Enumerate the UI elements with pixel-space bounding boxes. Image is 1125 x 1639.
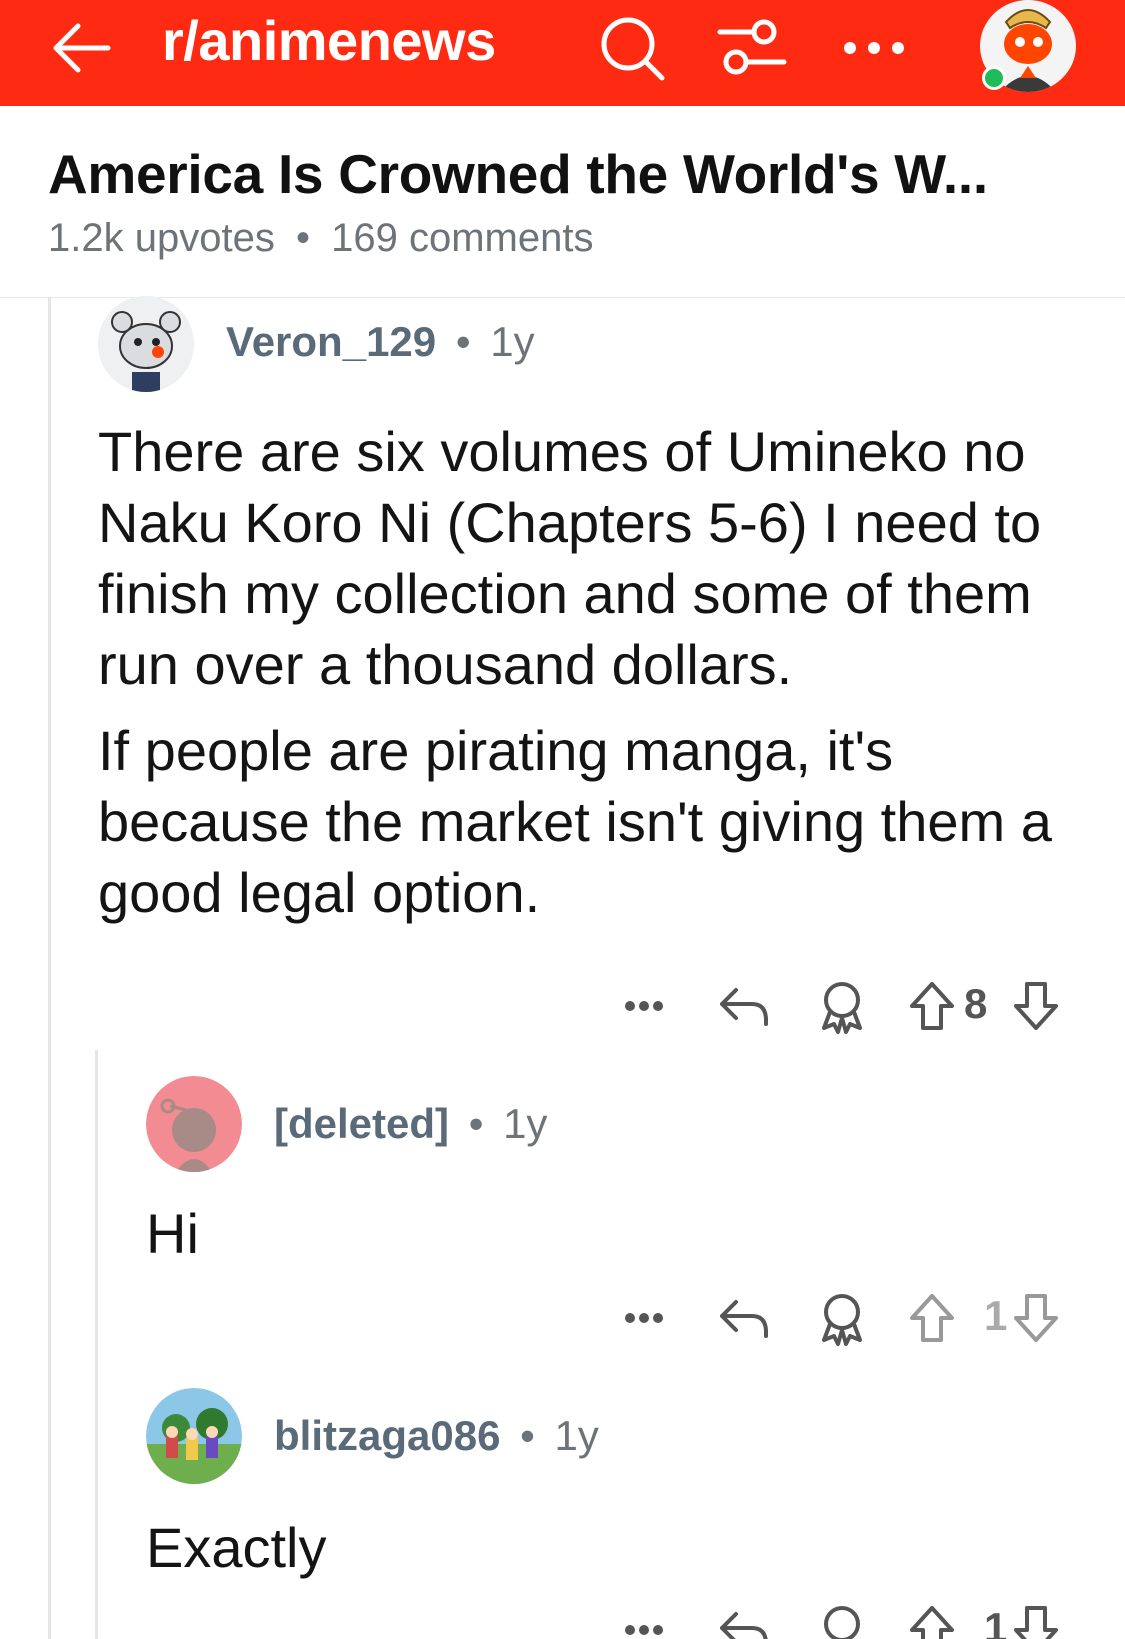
search-icon[interactable] xyxy=(596,12,668,84)
post-meta: 1.2k upvotes • 169 comments xyxy=(48,216,593,261)
award-icon[interactable] xyxy=(814,976,870,1036)
downvote-icon[interactable] xyxy=(1008,1288,1064,1348)
comment-body: Exactly xyxy=(146,1516,327,1579)
back-arrow-icon[interactable] xyxy=(46,12,118,84)
comment-actions: 8 xyxy=(620,976,1080,1036)
online-status-dot xyxy=(982,66,1006,90)
upvote-icon[interactable] xyxy=(904,1288,960,1348)
comment-username[interactable]: Veron_129 • 1y xyxy=(226,318,535,366)
comment-age: 1y xyxy=(490,318,535,365)
comment-count: 169 comments xyxy=(331,216,594,260)
subreddit-name[interactable]: r/animenews xyxy=(162,8,496,73)
meta-separator: • xyxy=(295,216,310,260)
more-options-icon[interactable] xyxy=(620,1288,676,1348)
thread-line-level-1[interactable] xyxy=(48,298,51,1639)
upvote-count: 1.2k upvotes xyxy=(48,216,275,260)
filter-icon[interactable] xyxy=(716,12,788,84)
comment-username[interactable]: blitzaga086 • 1y xyxy=(274,1412,599,1460)
comment-username[interactable]: [deleted] • 1y xyxy=(274,1100,547,1148)
more-options-icon[interactable] xyxy=(838,12,910,84)
post-header: America Is Crowned the World's W... 1.2k… xyxy=(0,106,1125,298)
reply-icon[interactable] xyxy=(716,1288,772,1348)
comment-paragraph: There are six volumes of Umineko no Naku… xyxy=(98,420,1042,696)
commenter-avatar[interactable] xyxy=(146,1076,242,1172)
comment-body: There are six volumes of Umineko no Naku… xyxy=(98,416,1078,928)
downvote-icon[interactable] xyxy=(1008,976,1064,1036)
comment-actions: 1 xyxy=(620,1288,1080,1348)
thread-line-level-2[interactable] xyxy=(95,1050,98,1639)
reply-icon[interactable] xyxy=(716,976,772,1036)
downvote-icon[interactable] xyxy=(1008,1600,1064,1639)
more-options-icon[interactable] xyxy=(620,976,676,1036)
vote-score: 1 xyxy=(984,1292,1008,1339)
commenter-avatar[interactable] xyxy=(98,296,194,392)
comment-age: 1y xyxy=(554,1412,599,1459)
more-options-icon[interactable] xyxy=(620,1600,676,1639)
post-title[interactable]: America Is Crowned the World's W... xyxy=(48,142,988,206)
commenter-avatar[interactable] xyxy=(146,1388,242,1484)
vote-score: 1 xyxy=(984,1604,1008,1639)
comment-actions: 1 xyxy=(620,1600,1080,1639)
subreddit-header-bar: r/animenews xyxy=(0,0,1125,106)
upvote-icon[interactable] xyxy=(904,1600,960,1639)
upvote-icon[interactable] xyxy=(904,976,960,1036)
vote-score: 8 xyxy=(964,980,988,1027)
award-icon[interactable] xyxy=(814,1288,870,1348)
award-icon[interactable] xyxy=(814,1600,870,1639)
comment-age: 1y xyxy=(503,1100,548,1147)
comment-body: Hi xyxy=(146,1202,199,1265)
comment-paragraph: If people are pirating manga, it's becau… xyxy=(98,719,1052,924)
reply-icon[interactable] xyxy=(716,1600,772,1639)
